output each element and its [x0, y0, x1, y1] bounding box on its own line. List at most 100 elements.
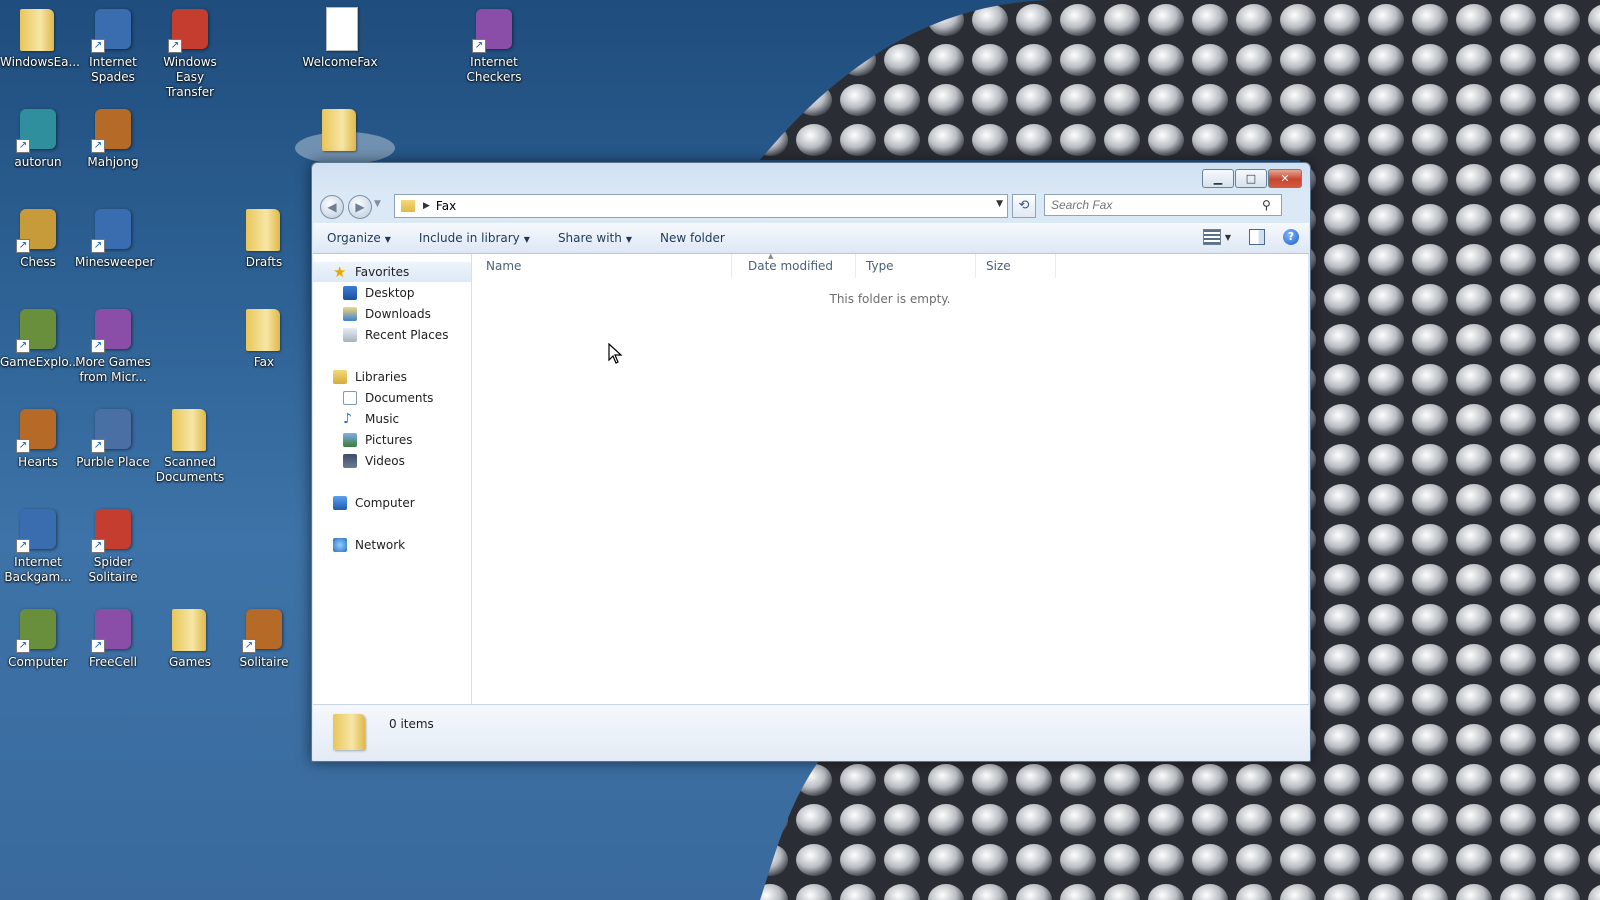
- desktop-icon-item[interactable]: [302, 105, 378, 155]
- desktop-icon-item[interactable]: Windows Easy Transfer: [152, 5, 228, 100]
- recent-places-icon: [343, 328, 357, 342]
- desktop-icon-item[interactable]: Spider Solitaire: [75, 505, 151, 585]
- nav-pictures[interactable]: Pictures: [313, 430, 471, 450]
- folder-icon: [333, 714, 365, 750]
- desktop-icon-item[interactable]: WelcomeFax: [302, 5, 378, 70]
- share-with-button[interactable]: Share with ▼: [544, 231, 646, 245]
- back-arrow-icon: ◀: [327, 200, 337, 214]
- desktop-icon-item[interactable]: WindowsEa...: [0, 5, 80, 70]
- desktop-icon-item[interactable]: Games: [152, 605, 228, 670]
- search-icon[interactable]: ⚲: [1262, 198, 1271, 212]
- pictures-icon: [343, 433, 357, 447]
- column-header-name[interactable]: Name: [476, 254, 732, 278]
- desktop-icon-item[interactable]: Chess: [0, 205, 76, 270]
- organize-label: Organize: [327, 231, 381, 245]
- refresh-icon: ⟲: [1018, 198, 1030, 213]
- help-icon[interactable]: ?: [1283, 229, 1299, 245]
- nav-libraries[interactable]: Libraries: [313, 367, 471, 387]
- folder-icon: [240, 305, 288, 353]
- navigation-bar: ◀ ▶ ▼ ▶ Fax ▼ ⟲ ⚲: [318, 193, 1304, 219]
- desktop-icon-item[interactable]: Solitaire: [226, 605, 302, 670]
- desktop-icon-item[interactable]: autorun: [0, 105, 76, 170]
- caption-buttons: ▁ □ ✕: [1202, 169, 1302, 188]
- file-list: ▲ Name Date modified Type Size This fold…: [472, 252, 1308, 704]
- desktop-icon-item[interactable]: Mahjong: [75, 105, 151, 170]
- libraries-icon: [333, 370, 347, 384]
- nav-network[interactable]: Network: [313, 535, 471, 555]
- maximize-button[interactable]: □: [1235, 169, 1267, 188]
- breadcrumb-chevron-icon[interactable]: ▶: [423, 201, 430, 211]
- share-with-label: Share with: [557, 231, 622, 245]
- desktop-icon-item[interactable]: GameExplo...: [0, 305, 80, 370]
- desktop-icon-label: More Games from Micr...: [75, 355, 151, 384]
- close-button[interactable]: ✕: [1268, 169, 1302, 188]
- minimize-icon: ▁: [1213, 172, 1223, 185]
- desktop-icon-label: Internet Checkers: [466, 55, 522, 84]
- folder-icon: [240, 205, 288, 253]
- nav-downloads[interactable]: Downloads: [313, 304, 471, 324]
- refresh-button[interactable]: ⟲: [1012, 194, 1036, 218]
- game-explorer-icon: [14, 305, 62, 353]
- desktop-icon-item[interactable]: Computer: [0, 605, 76, 670]
- folder-icon: [166, 605, 214, 653]
- forward-button[interactable]: ▶: [348, 195, 372, 219]
- downloads-icon: [343, 307, 357, 321]
- nav-videos[interactable]: Videos: [313, 451, 471, 471]
- desktop-icon-item[interactable]: Internet Backgam...: [0, 505, 76, 585]
- desktop-icon-label: WelcomeFax: [302, 55, 378, 69]
- desktop-icon-item[interactable]: Fax: [226, 305, 302, 370]
- spider-solitaire-icon: [89, 505, 137, 553]
- breadcrumb-fax[interactable]: Fax: [436, 199, 456, 213]
- desktop-icon-item[interactable]: Internet Checkers: [456, 5, 532, 85]
- minimize-button[interactable]: ▁: [1202, 169, 1234, 188]
- recent-pages-dropdown-icon[interactable]: ▼: [374, 199, 381, 209]
- nav-documents[interactable]: Documents: [313, 388, 471, 408]
- nav-network-label: Network: [355, 538, 406, 552]
- folder-icon: [14, 5, 62, 53]
- view-dropdown-icon[interactable]: ▼: [1225, 233, 1231, 242]
- desktop-icon-item[interactable]: Drafts: [226, 205, 302, 270]
- network-icon: [333, 538, 347, 552]
- chevron-down-icon: ▼: [384, 235, 391, 244]
- desktop-icon-item[interactable]: Scanned Documents: [152, 405, 228, 485]
- videos-icon: [343, 454, 357, 468]
- command-bar: Organize ▼ Include in library ▼ Share with…: [313, 223, 1309, 254]
- chevron-down-icon: ▼: [625, 235, 632, 244]
- desktop-icon-item[interactable]: FreeCell: [75, 605, 151, 670]
- desktop-icon-label: Purble Place: [76, 455, 150, 469]
- search-input[interactable]: [1044, 194, 1282, 216]
- desktop-icon-label: Windows Easy Transfer: [163, 55, 217, 99]
- organize-button[interactable]: Organize ▼: [313, 231, 405, 245]
- preview-pane-icon[interactable]: [1249, 229, 1265, 245]
- forward-arrow-icon: ▶: [355, 200, 365, 214]
- desktop-icon-label: Mahjong: [87, 155, 139, 169]
- solitaire-icon: [240, 605, 288, 653]
- nav-desktop[interactable]: Desktop: [313, 283, 471, 303]
- nav-recent-places[interactable]: Recent Places: [313, 325, 471, 345]
- desktop-icon-item[interactable]: Internet Spades: [75, 5, 151, 85]
- desktop-icon-label: GameExplo...: [0, 355, 80, 369]
- address-bar[interactable]: ▶ Fax ▼: [394, 194, 1008, 218]
- back-button[interactable]: ◀: [320, 195, 344, 219]
- include-in-library-button[interactable]: Include in library ▼: [405, 231, 544, 245]
- nav-computer[interactable]: Computer: [313, 493, 471, 513]
- maximize-icon: □: [1245, 172, 1257, 185]
- nav-favorites[interactable]: ★ Favorites: [313, 262, 471, 282]
- desktop-icon-item[interactable]: Minesweeper: [75, 205, 154, 270]
- nav-music[interactable]: ♪ Music: [313, 409, 471, 429]
- column-header-date-modified[interactable]: Date modified: [738, 254, 856, 278]
- desktop-icon-item[interactable]: More Games from Micr...: [75, 305, 151, 385]
- new-folder-button[interactable]: New folder: [646, 231, 739, 245]
- nav-videos-label: Videos: [365, 454, 405, 468]
- folder-icon: [401, 200, 415, 212]
- chess-icon: [14, 205, 62, 253]
- change-view-icon[interactable]: [1202, 229, 1221, 245]
- mouse-cursor-icon: [608, 343, 623, 364]
- desktop-icon-item[interactable]: Purble Place: [75, 405, 151, 470]
- hearts-icon: [14, 405, 62, 453]
- column-header-type[interactable]: Type: [856, 254, 976, 278]
- column-header-size[interactable]: Size: [976, 254, 1056, 278]
- desktop-icon-label: Internet Backgam...: [4, 555, 72, 584]
- address-dropdown-icon[interactable]: ▼: [996, 199, 1003, 209]
- desktop-icon-item[interactable]: Hearts: [0, 405, 76, 470]
